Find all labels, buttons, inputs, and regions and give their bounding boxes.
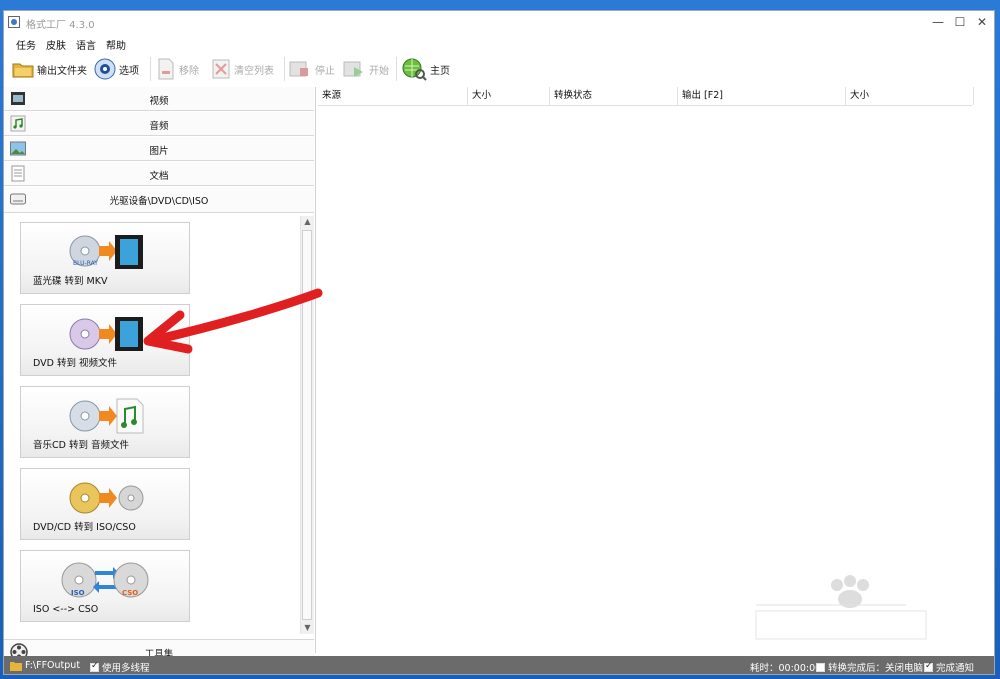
card-dvd-to-iso-label: DVD/CD 转到 ISO/CSO	[33, 522, 136, 533]
annotation-arrow-icon	[143, 288, 323, 354]
category-picture[interactable]: 图片	[4, 137, 314, 161]
multithread-label: 使用多线程	[102, 663, 150, 674]
title-bar: 格式工厂 4.3.0 — ☐ ✕	[4, 11, 994, 33]
task-list[interactable]	[318, 106, 972, 654]
folder-icon	[10, 661, 22, 671]
svg-text:ISO: ISO	[71, 589, 85, 597]
card-bluray-to-mkv-label: 蓝光碟 转到 MKV	[33, 276, 108, 287]
category-optical-drive-label: 光驱设备\DVD\CD\ISO	[109, 196, 209, 207]
column-size[interactable]: 大小	[468, 87, 550, 105]
dvd-to-video-icon	[69, 317, 143, 351]
start-button[interactable]: 开始	[342, 57, 389, 81]
category-document[interactable]: 文档	[4, 162, 314, 186]
column-output-size[interactable]: 大小	[846, 87, 974, 105]
menu-skin[interactable]: 皮肤	[46, 37, 66, 52]
close-button[interactable]: ✕	[970, 11, 994, 33]
toolbar: 输出文件夹 选项 移除 清空列表 停止 开始 主页	[4, 53, 994, 85]
options-button[interactable]: 选项	[94, 57, 139, 81]
task-table-header: 来源 大小 转换状态 输出 [F2] 大小	[318, 87, 974, 106]
scroll-up-icon[interactable]: ▲	[301, 216, 314, 228]
output-folder-button[interactable]: 输出文件夹	[12, 57, 87, 81]
menu-task[interactable]: 任务	[16, 37, 36, 52]
folder-icon	[12, 63, 34, 78]
remove-button[interactable]: 移除	[156, 57, 199, 81]
notify-checkbox[interactable]	[924, 661, 933, 672]
category-video-label: 视频	[149, 96, 169, 107]
optical-tools-list: BLU-RAY 蓝光碟 转到 MKV DVD 转到 视频文件 音乐CD 转到 音…	[4, 214, 314, 639]
cd-to-audio-icon	[69, 398, 144, 434]
remove-icon	[158, 58, 174, 80]
multithread-toggle[interactable]: 使用多线程	[90, 660, 150, 674]
baidu-jingyan-watermark	[755, 575, 927, 640]
stop-label: 停止	[315, 65, 335, 77]
category-video[interactable]: 视频	[4, 87, 314, 111]
window-title: 格式工厂 4.3.0	[26, 20, 95, 31]
output-path-text: F:\FFOutput	[25, 660, 81, 671]
column-status[interactable]: 转换状态	[550, 87, 678, 105]
output-path[interactable]: F:\FFOutput	[10, 660, 80, 671]
stop-icon	[289, 61, 308, 77]
card-iso-cso[interactable]: ISO CSO ISO <--> CSO	[20, 550, 190, 622]
bluray-to-mkv-icon: BLU-RAY	[69, 235, 143, 269]
scroll-down-icon[interactable]: ▼	[301, 622, 314, 634]
stop-button[interactable]: 停止	[288, 57, 335, 81]
card-cd-to-audio-label: 音乐CD 转到 音频文件	[33, 440, 129, 451]
menu-language[interactable]: 语言	[76, 37, 96, 52]
status-bar: F:\FFOutput 使用多线程 耗时：00:00:00 转换完成后：关闭电脑…	[4, 656, 994, 674]
card-dvd-to-iso[interactable]: DVD/CD 转到 ISO/CSO	[20, 468, 190, 540]
options-icon	[94, 58, 116, 80]
notify-label: 完成通知	[936, 663, 975, 674]
menu-help[interactable]: 帮助	[106, 37, 126, 52]
start-label: 开始	[369, 65, 389, 77]
category-audio-label: 音频	[149, 121, 169, 132]
after-done-checkbox[interactable]	[816, 662, 825, 672]
column-output[interactable]: 输出 [F2]	[678, 87, 846, 105]
card-iso-cso-label: ISO <--> CSO	[33, 604, 99, 615]
category-picture-label: 图片	[149, 146, 169, 157]
toolbar-separator	[150, 57, 151, 81]
home-button[interactable]: 主页	[401, 57, 450, 81]
output-folder-label: 输出文件夹	[37, 65, 87, 77]
after-done-label: 转换完成后：关闭电脑	[828, 663, 924, 674]
svg-text:CSO: CSO	[122, 589, 138, 597]
column-source[interactable]: 来源	[318, 87, 468, 105]
app-icon	[8, 16, 20, 28]
home-globe-icon	[402, 58, 427, 81]
svg-text:BLU-RAY: BLU-RAY	[73, 260, 98, 267]
toolbar-separator	[396, 57, 397, 81]
category-optical-drive[interactable]: 光驱设备\DVD\CD\ISO	[4, 187, 314, 213]
vertical-scrollbar[interactable]: ▲ ▼	[300, 216, 314, 634]
iso-cso-icon: ISO CSO	[61, 562, 149, 598]
category-audio[interactable]: 音频	[4, 112, 314, 136]
minimize-button[interactable]: —	[926, 11, 950, 33]
clear-list-icon	[212, 59, 230, 79]
start-icon	[343, 61, 363, 77]
maximize-button[interactable]: ☐	[948, 11, 972, 33]
left-panel: 视频 音频 图片 文档 光驱设备\DVD\CD\ISO BLU-RAY 蓝光碟 …	[4, 87, 316, 664]
elapsed-time-text: 耗时：00:00:00	[750, 663, 822, 674]
card-cd-to-audio[interactable]: 音乐CD 转到 音频文件	[20, 386, 190, 458]
elapsed-time: 耗时：00:00:00	[750, 660, 821, 674]
multithread-checkbox[interactable]	[90, 661, 99, 672]
category-document-label: 文档	[149, 171, 169, 182]
clear-list-label: 清空列表	[234, 65, 274, 77]
remove-label: 移除	[179, 65, 199, 77]
dvd-to-iso-icon	[69, 482, 144, 514]
home-label: 主页	[430, 65, 450, 77]
menu-bar: 任务 皮肤 语言 帮助	[4, 35, 994, 52]
after-done-toggle[interactable]: 转换完成后：关闭电脑	[816, 660, 923, 674]
card-dvd-to-video-label: DVD 转到 视频文件	[33, 358, 118, 369]
options-label: 选项	[119, 65, 139, 77]
toolbar-separator	[284, 57, 285, 81]
card-bluray-to-mkv[interactable]: BLU-RAY 蓝光碟 转到 MKV	[20, 222, 190, 294]
notify-toggle[interactable]: 完成通知	[924, 660, 974, 674]
clear-list-button[interactable]: 清空列表	[211, 57, 274, 81]
